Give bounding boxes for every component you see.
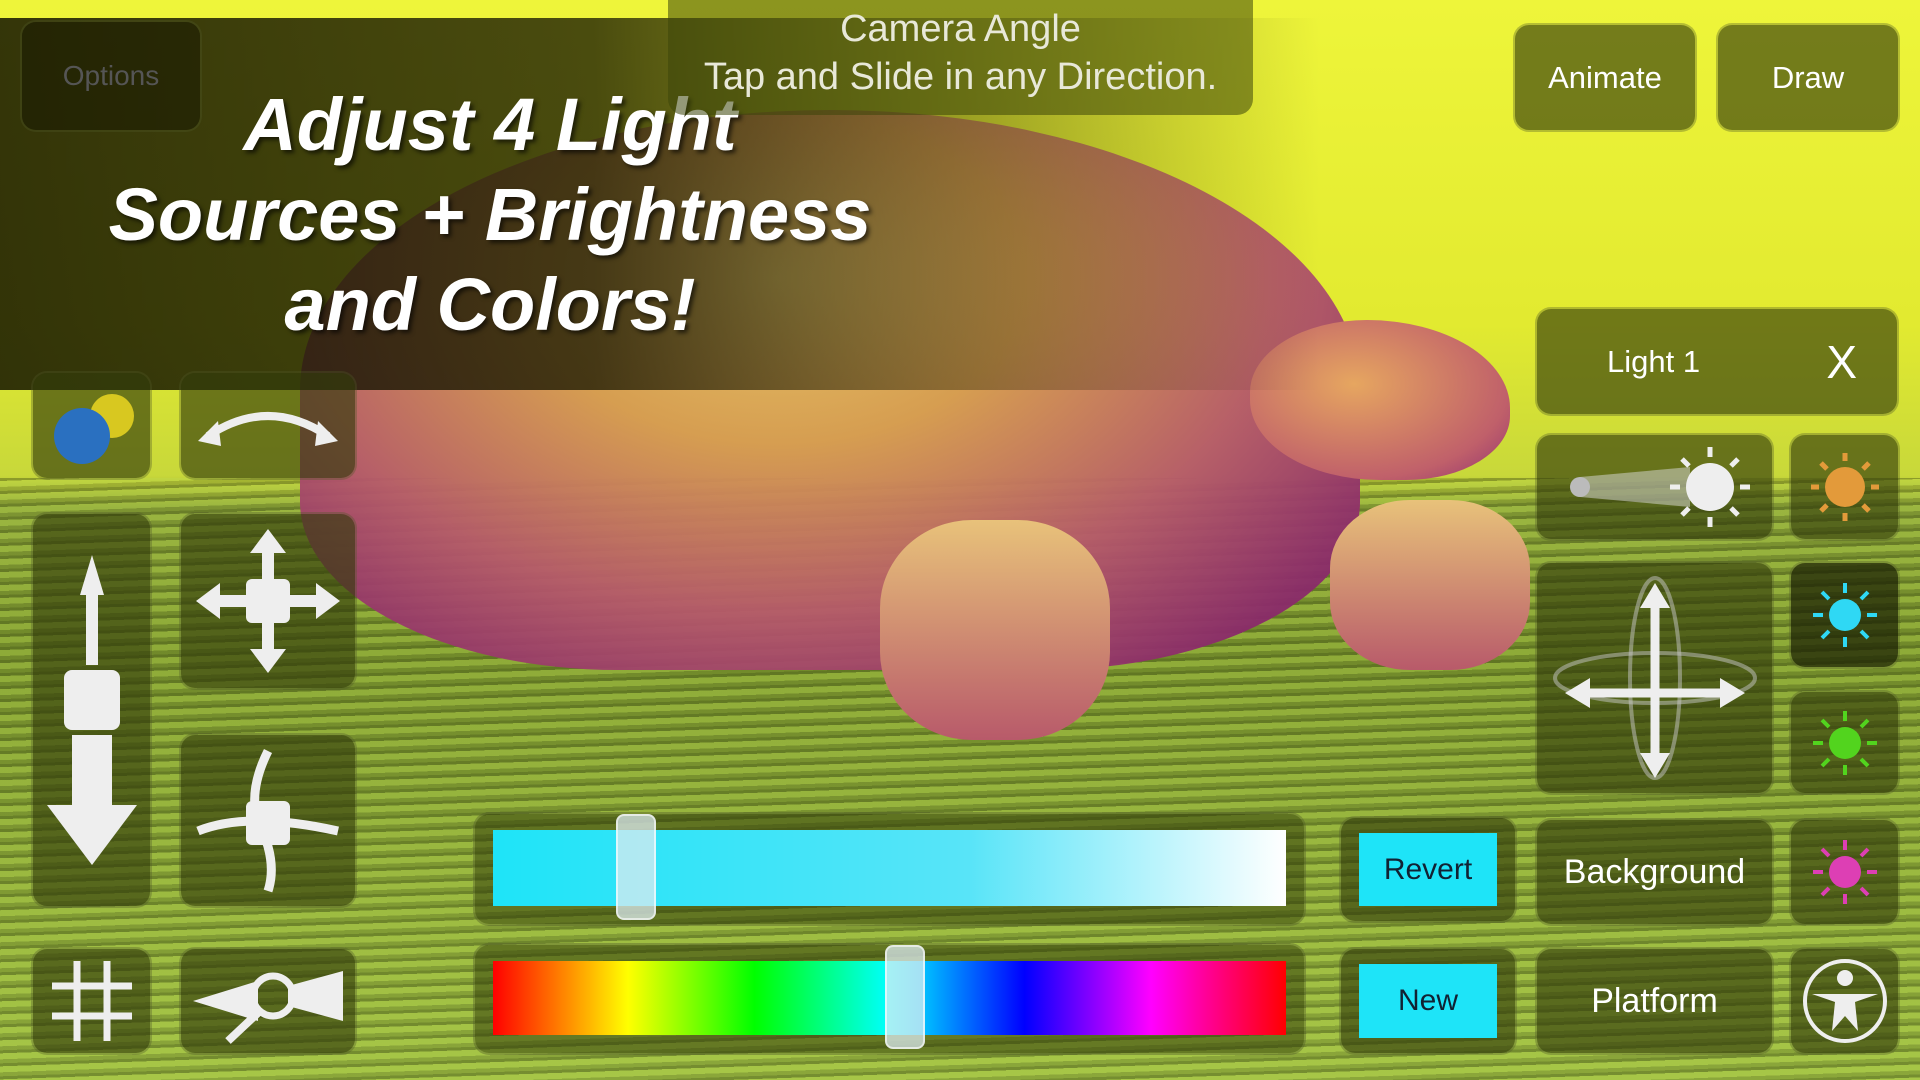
hue-slider-thumb[interactable] (885, 945, 926, 1049)
rotate-arrows-icon (196, 748, 339, 892)
up-down-arrow-icon (46, 555, 137, 865)
light-direction-control[interactable] (1537, 563, 1772, 793)
promo-line: Sources + Brightness (108, 173, 872, 256)
accessibility-button[interactable] (1791, 949, 1898, 1053)
background-button[interactable]: Background (1537, 820, 1772, 924)
light-color-balls-button[interactable] (33, 373, 150, 478)
new-button[interactable]: New (1359, 964, 1497, 1038)
accessibility-icon (1802, 959, 1887, 1043)
brightness-slider-thumb[interactable] (615, 814, 656, 920)
grid-toggle-button[interactable] (33, 949, 150, 1053)
hue-slider-container (475, 945, 1304, 1053)
pan-button[interactable] (181, 514, 355, 688)
new-button-container: New (1341, 949, 1515, 1053)
brightness-sun-icon (1569, 447, 1750, 527)
draw-button[interactable]: Draw (1718, 25, 1898, 130)
light-color-cyan[interactable] (1791, 563, 1898, 667)
camera-hint-title: Camera Angle (840, 8, 1081, 50)
cyan-sun-icon (1812, 583, 1877, 647)
grid-icon (51, 961, 132, 1041)
revert-button-container: Revert (1341, 818, 1515, 921)
light-selector[interactable]: Light 1 X (1537, 309, 1897, 414)
brightness-slider-container (475, 814, 1304, 924)
light-color-orange[interactable] (1791, 435, 1898, 539)
revert-button[interactable]: Revert (1359, 833, 1497, 906)
zoom-camera-button[interactable] (181, 949, 355, 1053)
light-color-green[interactable] (1791, 692, 1898, 793)
platform-button[interactable]: Platform (1537, 949, 1772, 1053)
turtle-leg (1330, 500, 1530, 670)
promo-line: and Colors! (284, 263, 696, 346)
orange-sun-icon (1810, 453, 1879, 521)
green-sun-icon (1812, 710, 1877, 775)
four-way-arrow-icon (196, 529, 340, 673)
camera-hint-subtitle: Tap and Slide in any Direction. (703, 56, 1218, 98)
close-light-button[interactable]: X (1826, 335, 1857, 389)
rotate-axis-icon (1552, 576, 1757, 780)
animate-button[interactable]: Animate (1515, 25, 1695, 130)
color-balls-icon (53, 393, 134, 464)
options-button[interactable]: Options (22, 22, 200, 130)
light-color-pink[interactable] (1791, 820, 1898, 924)
turtle-leg (880, 520, 1110, 740)
light-label: Light 1 (1607, 343, 1701, 379)
rotate-camera-button[interactable] (181, 735, 355, 906)
brightness-slider[interactable] (493, 814, 1286, 920)
brightness-button[interactable] (1537, 435, 1772, 539)
camera-angle-hint: Camera Angle Tap and Slide in any Direct… (668, 0, 1253, 115)
zoom-lens-icon (193, 971, 343, 1044)
pink-sun-icon (1812, 840, 1877, 904)
curved-arrow-icon (198, 411, 338, 446)
orbit-button[interactable] (181, 373, 355, 478)
hue-slider[interactable] (493, 945, 1286, 1049)
move-forward-back-button[interactable] (33, 514, 150, 906)
